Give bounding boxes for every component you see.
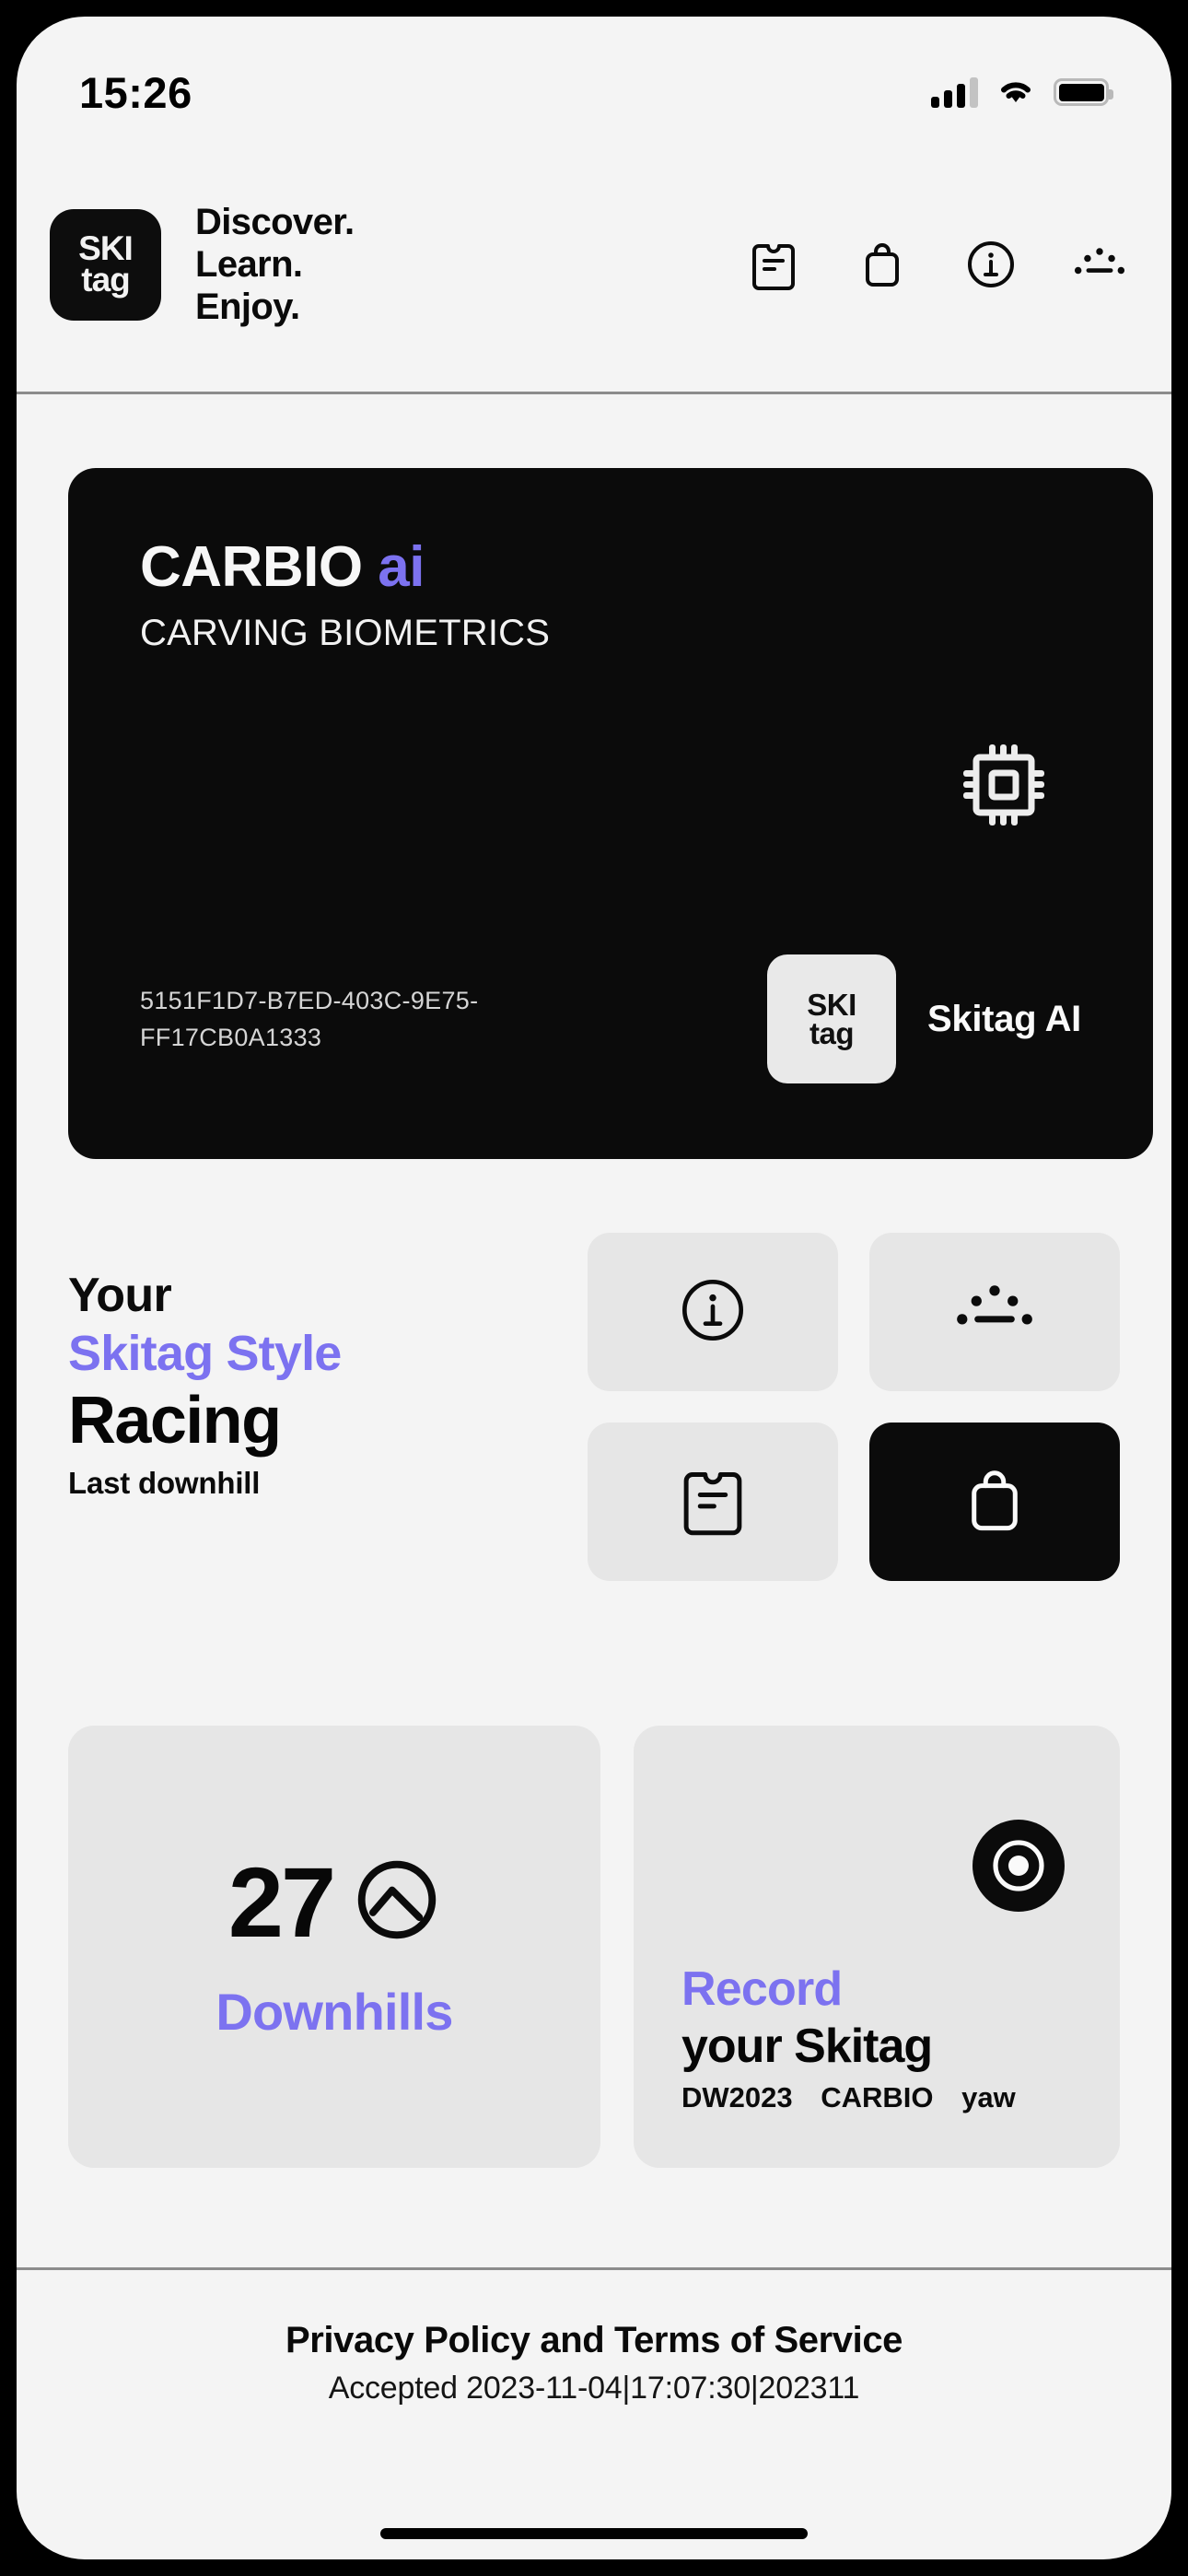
style-line-last-downhill: Last downhill [68, 1465, 261, 1500]
slope-dots-icon [955, 1282, 1034, 1343]
footer-divider [17, 2267, 1171, 2270]
record-tags: DW2023 CARBIO yaw [681, 2081, 1036, 2114]
skitag-style-section: Your Skitag Style Racing Last downhill [17, 1233, 1171, 1629]
badge-logo-line1: SKI [807, 987, 856, 1022]
status-time: 15:26 [79, 67, 192, 117]
skitag-badge-logo: SKI tag [767, 954, 897, 1083]
info-circle-tile[interactable] [588, 1233, 838, 1391]
logo-line2: tag [81, 261, 130, 299]
carbio-title-main: CARBIO [140, 535, 363, 599]
device-uuid: 5151F1D7-B7ED-403C-9E75-FF17CB0A1333 [140, 986, 479, 1052]
status-icons [931, 75, 1113, 111]
style-line-skitag-style: Skitag Style [68, 1326, 342, 1381]
info-circle-icon[interactable] [965, 239, 1017, 290]
record-tag-1: DW2023 [681, 2081, 793, 2113]
record-tag-2: CARBIO [821, 2081, 934, 2113]
mountain-circle-icon [354, 1856, 440, 1948]
downhills-count-row: 27 [227, 1845, 440, 1958]
privacy-policy-link[interactable]: Privacy Policy and Terms of Service [17, 2320, 1171, 2361]
cpu-chip-icon [954, 735, 1054, 839]
phone-screen: 15:26 SKI tag Discover. Learn. Enjoy. CA… [0, 0, 1188, 2576]
bag-icon[interactable] [856, 239, 908, 290]
cellular-bars-icon [931, 76, 978, 108]
record-card[interactable]: Record your Skitag DW2023 CARBIO yaw [634, 1726, 1120, 2168]
slope-dots-icon[interactable] [1074, 239, 1125, 290]
carbio-subtitle: CARVING BIOMETRICS [140, 613, 551, 653]
record-tag-3: yaw [961, 2081, 1016, 2113]
battery-full-icon [1054, 78, 1113, 106]
app-header: SKI tag Discover. Learn. Enjoy. [17, 136, 1171, 392]
badge-logo-line2: tag [809, 1016, 855, 1050]
record-label: Record [681, 1962, 843, 2016]
carbio-title: CARBIO ai [140, 534, 1081, 600]
record-button-icon[interactable] [969, 1816, 1068, 1920]
header-icon-row [748, 239, 1138, 290]
clipboard-icon [682, 1464, 743, 1540]
record-card-text: Record your Skitag DW2023 CARBIO yaw [681, 1961, 1036, 2114]
policy-accepted-timestamp: Accepted 2023-11-04|17:07:30|202311 [328, 2371, 860, 2406]
tagline-line-3: Enjoy. [195, 287, 300, 327]
bag-icon [962, 1464, 1027, 1540]
logo-line1: SKI [78, 228, 134, 267]
tagline: Discover. Learn. Enjoy. [195, 201, 355, 328]
carbio-card-footer: 5151F1D7-B7ED-403C-9E75-FF17CB0A1333 SKI… [140, 954, 1081, 1083]
clipboard-tile[interactable] [588, 1423, 838, 1581]
bag-tile[interactable] [869, 1423, 1120, 1581]
skitag-logo[interactable]: SKI tag [50, 208, 161, 321]
action-tile-grid [588, 1233, 1120, 1629]
skitag-ai-label: Skitag AI [927, 998, 1081, 1039]
tagline-line-2: Learn. [195, 244, 303, 285]
skitag-ai-badge[interactable]: SKI tag Skitag AI [767, 954, 1081, 1083]
downhills-card[interactable]: 27 Downhills [68, 1726, 600, 2168]
downhills-count: 27 [227, 1845, 336, 1958]
carbio-title-accent: ai [378, 535, 425, 599]
header-divider [17, 392, 1171, 394]
info-circle-icon [680, 1277, 746, 1348]
downhills-label: Downhills [215, 1982, 453, 2041]
style-line-your: Your [68, 1269, 172, 1322]
wifi-icon [995, 75, 1037, 111]
stat-cards-row: 27 Downhills Record your Skitag DW2023 C… [68, 1726, 1120, 2168]
skitag-style-text: Your Skitag Style Racing Last downhill [68, 1233, 565, 1629]
status-bar: 15:26 [17, 17, 1171, 136]
tagline-line-1: Discover. [195, 202, 355, 242]
record-subtitle: your Skitag [681, 2020, 933, 2073]
footer: Privacy Policy and Terms of Service Acce… [17, 2320, 1171, 2406]
slope-dots-tile[interactable] [869, 1233, 1120, 1391]
home-indicator[interactable] [380, 2528, 808, 2539]
clipboard-icon[interactable] [748, 239, 799, 290]
style-line-racing: Racing [68, 1384, 282, 1458]
carbio-ai-card[interactable]: CARBIO ai CARVING BIOMETRICS 5151F1D7-B7… [68, 468, 1153, 1159]
